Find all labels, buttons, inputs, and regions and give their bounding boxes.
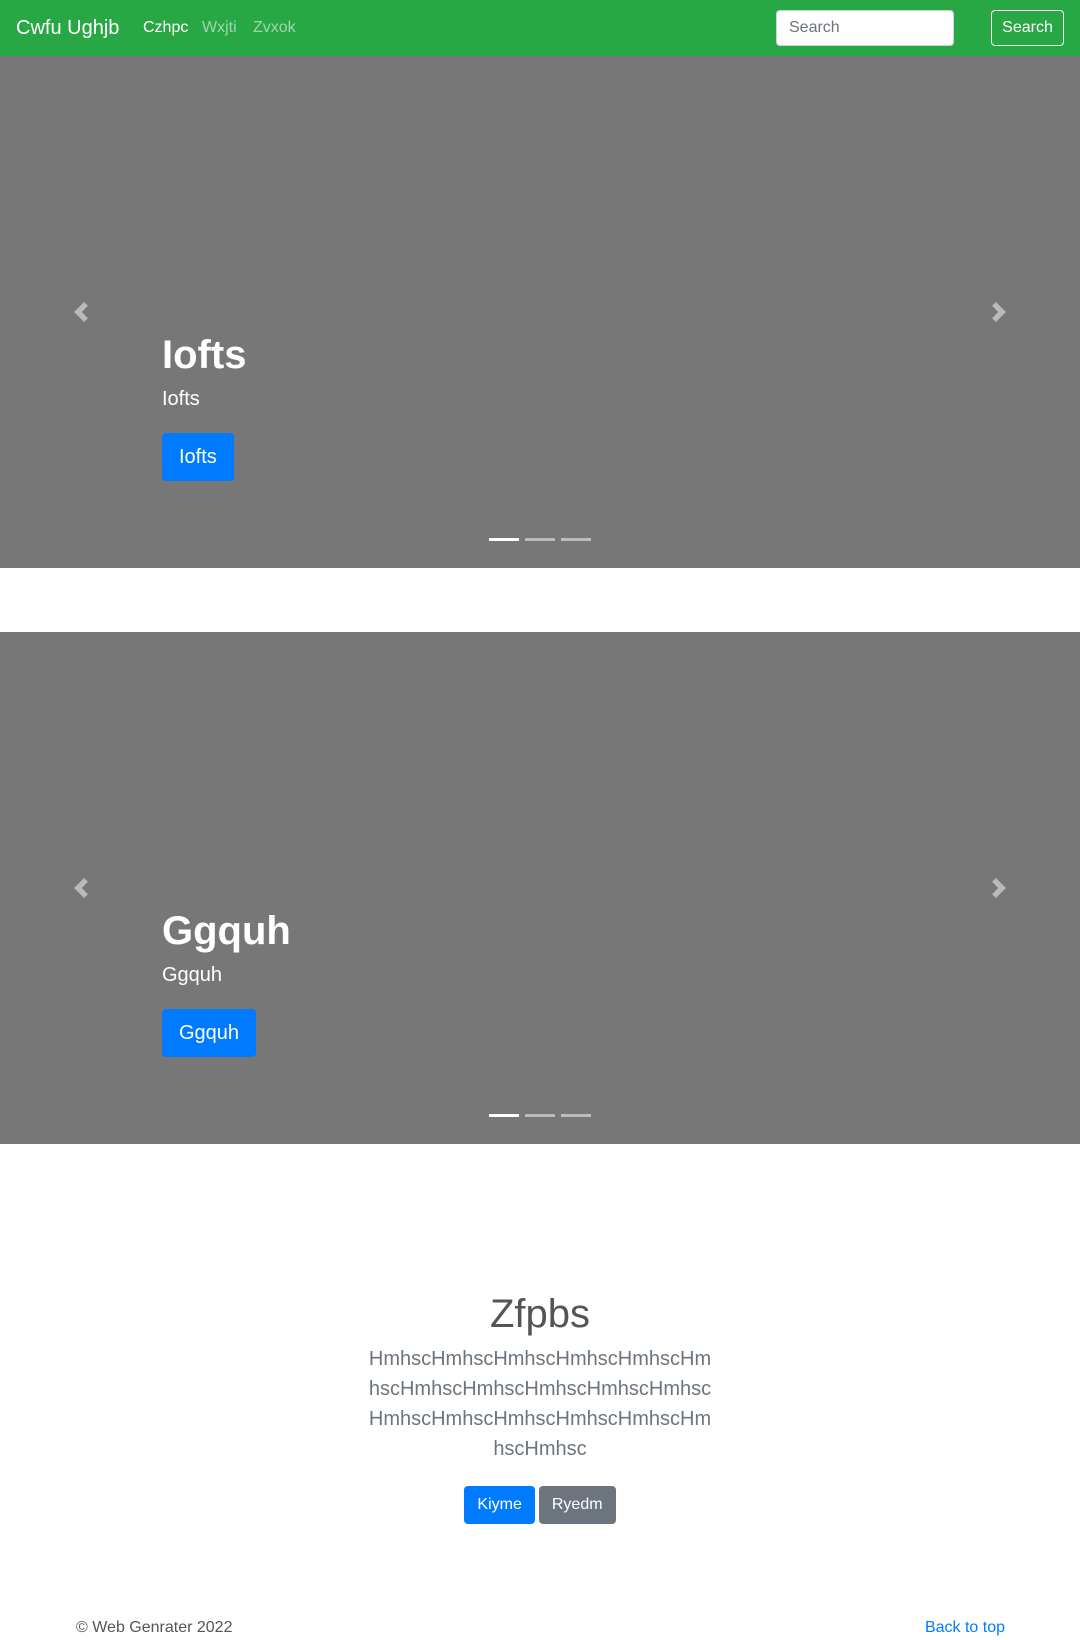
carousel-next-button[interactable] — [918, 56, 1080, 568]
nav-link-czhpc[interactable]: Czhpc — [143, 18, 188, 38]
carousel-indicator[interactable] — [489, 538, 519, 541]
nav-link-zvxok[interactable]: Zvxok — [253, 18, 296, 38]
carousel-next-button[interactable] — [918, 632, 1080, 1144]
jumbotron: Zfpbs HmhscHmhscHmhscHmhscHmhscHmhscHmhs… — [0, 1290, 1080, 1524]
search-input[interactable] — [776, 10, 954, 46]
carousel-prev-button[interactable] — [0, 56, 162, 568]
carousel-text: Ggquh — [162, 964, 223, 986]
carousel-indicator[interactable] — [525, 538, 555, 541]
carousel-indicator[interactable] — [561, 1114, 591, 1117]
carousel-title: Iofts — [162, 333, 247, 377]
brand-logo[interactable]: Cwfu Ughjb — [16, 16, 119, 40]
navbar: Cwfu Ughjb Czhpc Wxjti Zvxok Search — [0, 0, 1080, 56]
carousel-indicator[interactable] — [489, 1114, 519, 1117]
primary-button[interactable]: Kiyme — [464, 1486, 535, 1524]
carousel-caption: Ggquh Ggquh Ggquh — [162, 907, 291, 1057]
chevron-right-icon — [992, 878, 1006, 898]
search-button[interactable]: Search — [991, 10, 1064, 46]
chevron-left-icon — [74, 302, 88, 322]
carousel-cta-button[interactable]: Ggquh — [162, 1009, 257, 1057]
carousel-2: Ggquh Ggquh Ggquh — [0, 632, 1080, 1144]
jumbotron-buttons: Kiyme Ryedm — [0, 1486, 1080, 1524]
secondary-button[interactable]: Ryedm — [538, 1486, 616, 1524]
footer-copyright: © Web Genrater 2022 — [76, 1619, 233, 1636]
jumbotron-title: Zfpbs — [489, 1292, 591, 1336]
carousel-text: Iofts — [162, 388, 200, 410]
carousel-indicators — [489, 538, 591, 541]
back-to-top-link[interactable]: Back to top — [925, 1618, 1005, 1638]
carousel-indicator[interactable] — [525, 1114, 555, 1117]
jumbotron-text: HmhscHmhscHmhscHmhscHmhscHmhscHmhscHmhsc… — [368, 1348, 712, 1460]
chevron-right-icon — [992, 302, 1006, 322]
carousel-title: Ggquh — [162, 909, 291, 953]
carousel-indicator[interactable] — [561, 538, 591, 541]
nav-link-wxjti[interactable]: Wxjti — [202, 18, 237, 38]
carousel-caption: Iofts Iofts Iofts — [162, 331, 246, 481]
carousel-indicators — [489, 1114, 591, 1117]
chevron-left-icon — [74, 878, 88, 898]
carousel-prev-button[interactable] — [0, 632, 162, 1144]
carousel-cta-button[interactable]: Iofts — [162, 433, 234, 481]
carousel-1: Iofts Iofts Iofts — [0, 56, 1080, 568]
